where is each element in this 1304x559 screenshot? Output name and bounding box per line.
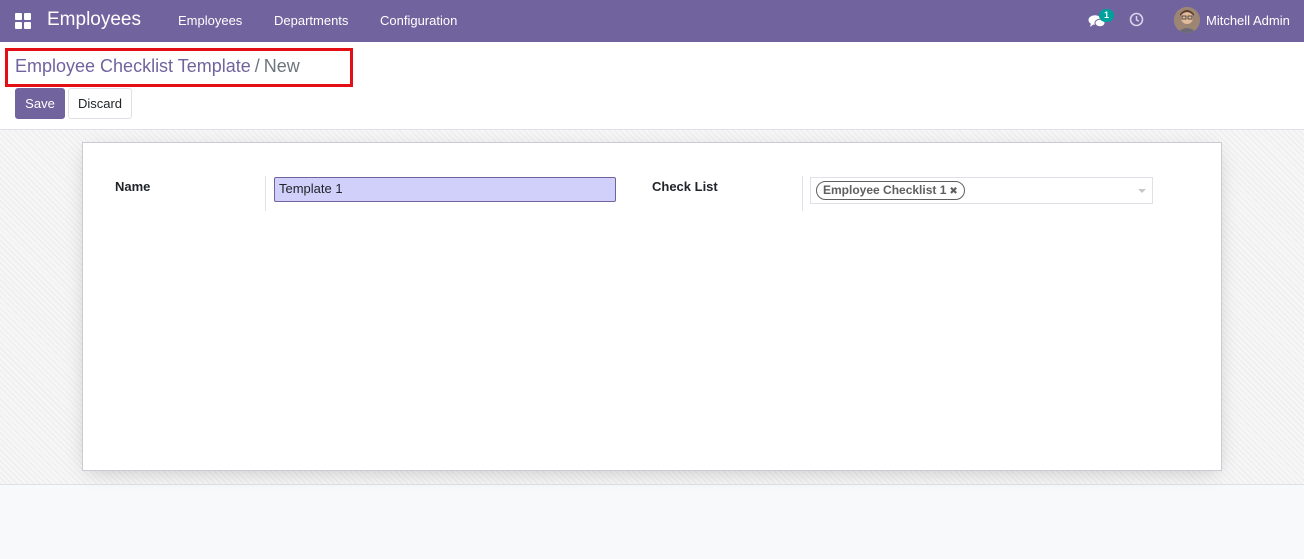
name-divider bbox=[265, 176, 266, 211]
menu-departments[interactable]: Departments bbox=[274, 13, 348, 28]
form-background: Name Template 1 Check List Employee Chec… bbox=[0, 130, 1304, 485]
checklist-many2many-field[interactable]: Employee Checklist 1 ✖ bbox=[810, 177, 1153, 204]
apps-menu-icon[interactable] bbox=[15, 13, 31, 29]
annotation-highlight-box bbox=[5, 48, 353, 87]
tag-remove-icon[interactable]: ✖ bbox=[949, 186, 957, 197]
form-sheet: Name Template 1 Check List Employee Chec… bbox=[82, 142, 1222, 471]
control-panel: Employee Checklist Template / New Save Dis… bbox=[0, 42, 1304, 130]
name-label: Name bbox=[115, 179, 151, 194]
checklist-tag: Employee Checklist 1 ✖ bbox=[816, 181, 965, 200]
name-input[interactable]: Template 1 bbox=[274, 177, 616, 202]
checklist-tag-label: Employee Checklist 1 bbox=[823, 183, 947, 197]
chat-count-badge: 1 bbox=[1099, 9, 1114, 22]
menu-configuration[interactable]: Configuration bbox=[380, 13, 457, 28]
checklist-label: Check List bbox=[652, 179, 718, 194]
checklist-divider bbox=[802, 176, 803, 211]
user-avatar[interactable] bbox=[1174, 7, 1200, 33]
dropdown-caret-icon[interactable] bbox=[1138, 189, 1146, 193]
clock-icon[interactable] bbox=[1129, 12, 1144, 27]
app-title[interactable]: Employees bbox=[47, 9, 141, 31]
user-name[interactable]: Mitchell Admin bbox=[1206, 13, 1290, 28]
menu-employees[interactable]: Employees bbox=[178, 13, 242, 28]
save-button[interactable]: Save bbox=[15, 88, 65, 119]
discard-button[interactable]: Discard bbox=[68, 88, 132, 119]
top-navbar: Employees Employees Departments Configur… bbox=[0, 0, 1304, 42]
